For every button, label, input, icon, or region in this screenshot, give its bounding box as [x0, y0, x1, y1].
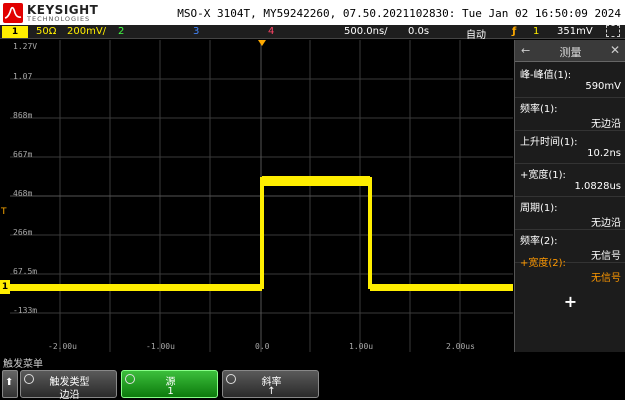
channel-1-ground-marker[interactable]: 1	[0, 280, 10, 294]
trigger-level[interactable]: 351mV	[557, 26, 593, 37]
measurement-item[interactable]: +宽度(1): 1.0828us	[515, 164, 625, 197]
y-axis-label: 1.27V	[13, 42, 38, 51]
measurement-item[interactable]: 上升时间(1): 10.2ns	[515, 131, 625, 164]
keysight-logo: KEYSIGHT TECHNOLOGIES	[3, 3, 143, 23]
channel-1-impedance: 50Ω	[36, 26, 57, 37]
measurement-name: 周期(1):	[520, 203, 558, 214]
channel-1-indicator[interactable]: 1	[2, 26, 28, 38]
channel-status-bar: 1 50Ω 200mV/ 2 3 4 500.0ns/ 0.0s 自动 ƒ 1 …	[0, 25, 625, 41]
softkey-slope[interactable]: 斜率 ↑	[222, 370, 319, 398]
measurement-value: 10.2ns	[587, 148, 621, 159]
x-axis-label: 0.0	[255, 342, 270, 351]
acquisition-mode[interactable]: 自动	[466, 26, 486, 41]
timebase-scale[interactable]: 500.0ns/	[344, 26, 388, 37]
measurement-value: 1.0828us	[574, 181, 621, 192]
measurement-item[interactable]: 频率(1): 无边沿	[515, 98, 625, 131]
softkey-value: 边沿	[59, 390, 80, 400]
trigger-source[interactable]: 1	[533, 26, 539, 37]
y-axis-label: -133m	[13, 306, 38, 315]
channel-2-indicator[interactable]: 2	[118, 26, 124, 37]
brand-subtitle: TECHNOLOGIES	[27, 15, 91, 23]
channel-3-indicator[interactable]: 3	[193, 26, 199, 37]
measurement-value: 无信号	[591, 273, 621, 284]
panel-title: 测量	[559, 46, 582, 59]
x-axis-label: -2.00u	[48, 342, 77, 351]
measurement-name: 频率(2):	[520, 236, 558, 247]
up-arrow-icon: ⬆	[5, 377, 14, 388]
waveform-display[interactable]: 1 T	[0, 40, 513, 352]
keysight-wave-icon	[3, 3, 23, 23]
add-measurement-button[interactable]: +	[515, 292, 625, 311]
measurement-value: 无边沿	[591, 218, 621, 229]
y-axis-label: 266m	[13, 228, 33, 237]
measurement-name: 上升时间(1):	[520, 137, 578, 148]
softkey-bar: ⬆ 触发类型 边沿 源 1 斜率 ↑	[0, 368, 625, 400]
trigger-edge-icon: ƒ	[512, 26, 517, 37]
waveform-grid	[10, 40, 513, 352]
screen-layout-icon[interactable]	[606, 25, 620, 37]
softkey-source[interactable]: 源 1	[121, 370, 218, 398]
measurement-item[interactable]: +宽度(2): 无信号	[515, 252, 625, 285]
y-axis-label: 667m	[13, 150, 33, 159]
panel-header: ← 测量 ✕	[515, 40, 625, 62]
x-axis-label: 1.00u	[349, 342, 374, 351]
measurement-name: 频率(1):	[520, 104, 558, 115]
softkey-value: ↑	[267, 386, 276, 397]
y-axis-label: 67.5m	[13, 267, 38, 276]
trigger-level-marker[interactable]: T	[1, 207, 7, 217]
title-bar: KEYSIGHT TECHNOLOGIES MSO-X 3104T, MY592…	[0, 0, 625, 25]
softkey-value: 1	[167, 386, 174, 397]
y-axis-label: 468m	[13, 189, 33, 198]
y-axis-label: 1.07	[13, 72, 33, 81]
channel-1-scale[interactable]: 200mV/	[67, 26, 106, 37]
measurement-item[interactable]: 峰-峰值(1): 590mV	[515, 64, 625, 98]
measurement-name: +宽度(2):	[520, 258, 566, 269]
horizontal-delay[interactable]: 0.0s	[408, 26, 429, 37]
measurement-value: 无边沿	[591, 119, 621, 130]
measurement-value: 590mV	[585, 81, 621, 92]
measurement-panel: ← 测量 ✕ 峰-峰值(1): 590mV 频率(1): 无边沿 上升时间(1)…	[514, 40, 625, 352]
x-axis-label: 2.00us	[446, 342, 475, 351]
back-button[interactable]: ⬆	[2, 370, 18, 398]
y-axis-label: 868m	[13, 111, 33, 120]
softkey-trigger-type[interactable]: 触发类型 边沿	[20, 370, 117, 400]
measurement-item[interactable]: 周期(1): 无边沿	[515, 197, 625, 230]
measurement-name: 峰-峰值(1):	[520, 70, 572, 81]
instrument-info: MSO-X 3104T, MY59242260, 07.50.202110283…	[177, 7, 621, 20]
close-icon[interactable]: ✕	[610, 43, 620, 57]
x-axis-label: -1.00u	[146, 342, 175, 351]
measurement-name: +宽度(1):	[520, 170, 566, 181]
channel-4-indicator[interactable]: 4	[268, 26, 274, 37]
